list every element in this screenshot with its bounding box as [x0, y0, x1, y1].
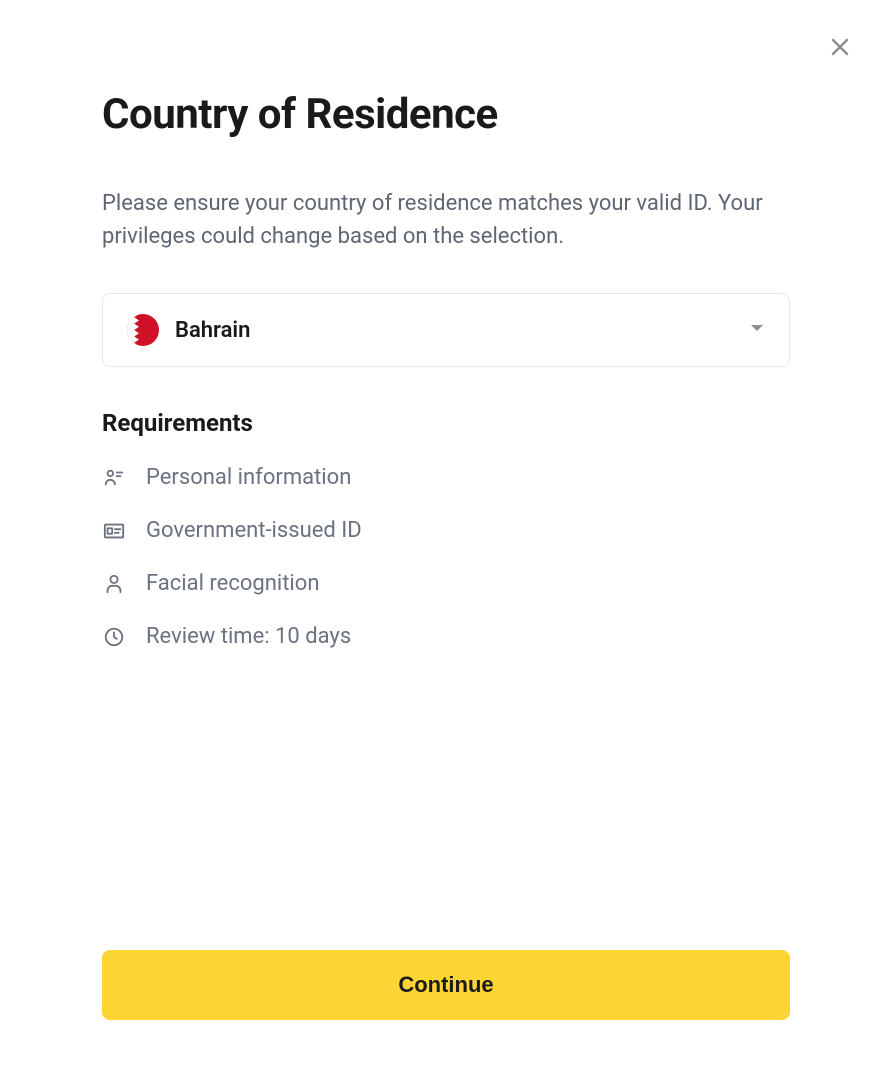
close-button[interactable] — [824, 32, 856, 64]
flag-bahrain-icon — [127, 314, 159, 346]
requirement-item: Review time: 10 days — [102, 624, 790, 649]
requirement-label: Review time: 10 days — [146, 624, 351, 649]
requirement-item: Government-issued ID — [102, 518, 790, 543]
id-card-icon — [102, 519, 126, 543]
close-icon — [828, 35, 852, 62]
chevron-down-icon — [749, 320, 765, 340]
requirement-label: Personal information — [146, 465, 351, 490]
requirement-label: Government-issued ID — [146, 518, 362, 543]
clock-icon — [102, 625, 126, 649]
page-description: Please ensure your country of residence … — [102, 187, 790, 253]
requirement-item: Personal information — [102, 465, 790, 490]
requirements-list: Personal information Government-issued I… — [102, 465, 790, 649]
requirement-item: Facial recognition — [102, 571, 790, 596]
requirements-heading: Requirements — [102, 409, 790, 437]
country-select[interactable]: Bahrain — [102, 293, 790, 367]
person-info-icon — [102, 466, 126, 490]
face-icon — [102, 572, 126, 596]
requirement-label: Facial recognition — [146, 571, 319, 596]
country-selected-label: Bahrain — [175, 318, 749, 343]
page-title: Country of Residence — [102, 90, 790, 139]
continue-button[interactable]: Continue — [102, 950, 790, 1020]
